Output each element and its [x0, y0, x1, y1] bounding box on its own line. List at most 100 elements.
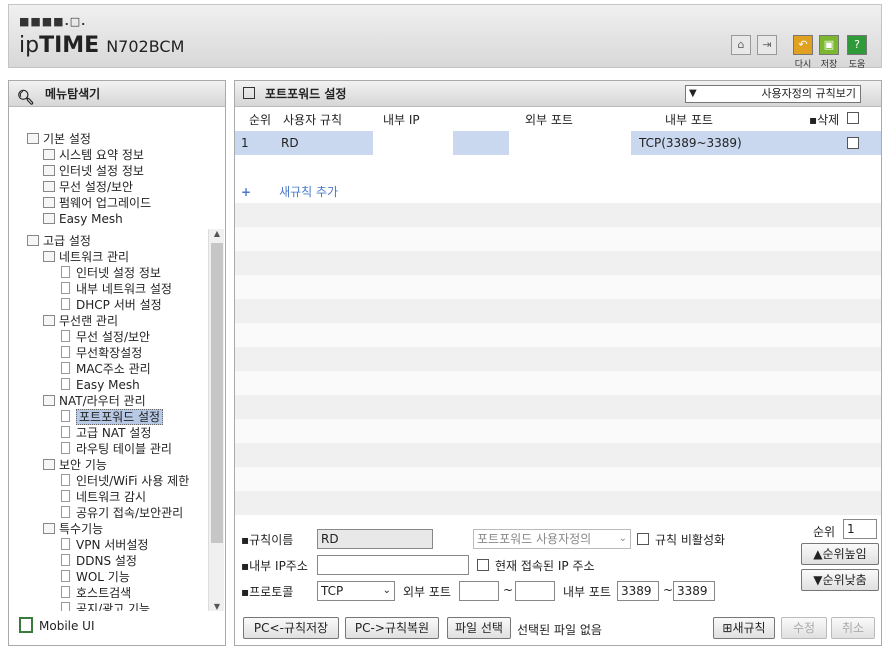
table-row: [235, 323, 881, 347]
menu-explorer-title: 메뉴탐색기: [45, 87, 101, 101]
restore-from-pc-button[interactable]: PC->규칙복원: [345, 617, 439, 639]
internal-ip-input[interactable]: [317, 555, 469, 575]
rank-input[interactable]: 1: [843, 519, 877, 539]
sidebar-item[interactable]: 인터넷 설정 정보: [61, 265, 161, 281]
page-icon: [61, 442, 70, 454]
sidebar-item[interactable]: 무선 설정/보안: [61, 329, 150, 345]
rule-table-header: 순위 사용자 규칙 내부 IP 외부 포트 내부 포트 ▪삭제: [235, 109, 881, 129]
table-cell: 1: [241, 136, 249, 150]
undo-icon[interactable]: ↶: [793, 35, 813, 55]
menu-explorer-header: 🔍︎ 메뉴탐색기: [9, 81, 225, 107]
sidebar-item[interactable]: 시스템 요약 정보: [43, 147, 144, 163]
sidebar-item[interactable]: 인터넷/WiFi 사용 제한: [61, 473, 189, 489]
sidebar-item[interactable]: VPN 서버설정: [61, 537, 148, 553]
sidebar-item[interactable]: 무선 설정/보안: [43, 179, 133, 195]
save-icon[interactable]: ▣: [819, 35, 839, 55]
menu-scrollbar[interactable]: ▲ ▼: [208, 229, 224, 611]
sidebar-item[interactable]: 특수기능: [43, 521, 103, 537]
rank-down-button[interactable]: ▼순위낮춤: [801, 569, 879, 591]
table-cell: TCP(3389~3389): [639, 136, 742, 150]
sidebar-item[interactable]: WOL 기능: [61, 569, 130, 585]
port-forward-panel: 포트포워드 설정 ▼ 사용자정의 규칙보기 순위 사용자 규칙 내부 IP 외부…: [234, 80, 882, 646]
sidebar-item[interactable]: 공유기 접속/보안관리: [61, 505, 183, 521]
table-row: [235, 371, 881, 395]
sidebar-item[interactable]: Easy Mesh: [61, 377, 140, 393]
sidebar-item[interactable]: 펌웨어 업그레이드: [43, 195, 151, 211]
view-select-value: 사용자정의 규칙보기: [761, 87, 856, 100]
sidebar-item[interactable]: DHCP 서버 설정: [61, 297, 162, 313]
sidebar-item[interactable]: NAT/라우터 관리: [43, 393, 146, 409]
file-select-button[interactable]: 파일 선택: [447, 617, 511, 639]
folder-icon: [43, 523, 55, 534]
sidebar-item[interactable]: 네트워크 감시: [61, 489, 146, 505]
sidebar-item[interactable]: 고급 NAT 설정: [61, 425, 151, 441]
col-delete: ▪삭제: [809, 113, 840, 127]
sidebar-item[interactable]: 라우팅 테이블 관리: [61, 441, 172, 457]
external-port-from-input[interactable]: [459, 581, 499, 601]
internal-port-from-input[interactable]: 3389: [617, 581, 659, 601]
scroll-up-icon[interactable]: ▲: [211, 229, 223, 238]
undo-label: 다시: [794, 60, 812, 70]
sidebar-item[interactable]: 무선확장설정: [61, 345, 142, 361]
current-ip-checkbox[interactable]: [477, 559, 489, 571]
row-delete-checkbox[interactable]: [847, 137, 859, 149]
table-row: [235, 395, 881, 419]
brand-ip: ip: [19, 33, 40, 58]
home-icon[interactable]: ⌂: [731, 35, 751, 55]
disable-rule-checkbox[interactable]: [637, 533, 649, 545]
sidebar-item[interactable]: 고급 설정: [27, 233, 91, 249]
sidebar-item[interactable]: 내부 네트워크 설정: [61, 281, 172, 297]
internal-port-to-input[interactable]: 3389: [673, 581, 715, 601]
sidebar-item[interactable]: 무선랜 관리: [43, 313, 118, 329]
help-icon[interactable]: ?: [847, 35, 867, 55]
scroll-down-icon[interactable]: ▼: [211, 602, 223, 611]
page-icon: [61, 266, 70, 278]
sidebar-item[interactable]: 보안 기능: [43, 457, 107, 473]
sidebar-item-label: 인터넷 설정 정보: [76, 266, 161, 280]
folder-icon: [43, 459, 55, 470]
sidebar-item[interactable]: 호스트검색: [61, 585, 131, 601]
table-row[interactable]: 1 RD TCP(3389~3389): [235, 131, 881, 155]
page-icon: [61, 586, 70, 598]
menu-tree: 기본 설정 시스템 요약 정보 인터넷 설정 정보 무선 설정/보안 펌웨어 업그레이드…: [9, 111, 209, 611]
folder-icon: [43, 395, 55, 406]
panel-header: 포트포워드 설정 ▼ 사용자정의 규칙보기: [235, 81, 881, 107]
sidebar-item-label: 호스트검색: [76, 586, 132, 600]
mobile-ui-link[interactable]: Mobile UI: [19, 617, 95, 633]
table-row: [235, 155, 881, 179]
page-icon: [61, 490, 70, 502]
header: ■■■■.□. ipTIME N702BCM ⌂ ⇥ ↶ 다시 ▣ 저장 ? 도…: [8, 4, 882, 70]
chevron-down-icon: ⌄: [618, 533, 627, 544]
sidebar-item-label: 무선 설정/보안: [76, 330, 151, 344]
sidebar-item[interactable]: 공지/광고 기능: [61, 601, 150, 611]
preset-select[interactable]: 포트포워드 사용자정의 ⌄: [473, 529, 631, 549]
protocol-select[interactable]: TCP ⌄: [317, 581, 395, 601]
sidebar-item-label: 인터넷/WiFi 사용 제한: [76, 474, 190, 488]
external-port-to-input[interactable]: [515, 581, 555, 601]
sidebar-item[interactable]: 포트포워드 설정: [61, 409, 164, 425]
add-rule-link[interactable]: + 새규칙 추가: [241, 183, 338, 200]
sidebar-item[interactable]: 기본 설정: [27, 131, 91, 147]
logout-icon[interactable]: ⇥: [757, 35, 777, 55]
new-rule-button[interactable]: ⊞새규칙: [713, 617, 775, 639]
sidebar-item[interactable]: 네트워크 관리: [43, 249, 129, 265]
view-select[interactable]: ▼ 사용자정의 규칙보기: [685, 85, 861, 103]
page-icon: [61, 602, 70, 611]
sidebar-item[interactable]: DDNS 설정: [61, 553, 137, 569]
sidebar-item[interactable]: 인터넷 설정 정보: [43, 163, 144, 179]
sidebar-item[interactable]: MAC주소 관리: [61, 361, 151, 377]
cancel-button[interactable]: 취소: [831, 617, 875, 639]
folder-icon: [43, 165, 55, 176]
scroll-thumb[interactable]: [211, 243, 223, 543]
mobile-ui-label: Mobile UI: [39, 619, 95, 633]
file-status: 선택된 파일 없음: [517, 623, 602, 637]
rule-name-input[interactable]: RD: [317, 529, 433, 549]
col-internal-ip: 내부 IP: [383, 113, 420, 127]
preset-select-value: 포트포워드 사용자정의: [477, 532, 592, 546]
sidebar-item[interactable]: Easy Mesh: [43, 211, 123, 227]
sidebar-item-label: NAT/라우터 관리: [59, 394, 146, 408]
modify-button[interactable]: 수정: [781, 617, 827, 639]
rank-up-button[interactable]: ▲순위높임: [801, 543, 879, 565]
select-all-checkbox[interactable]: [847, 112, 859, 124]
save-to-pc-button[interactable]: PC<-규칙저장: [243, 617, 339, 639]
